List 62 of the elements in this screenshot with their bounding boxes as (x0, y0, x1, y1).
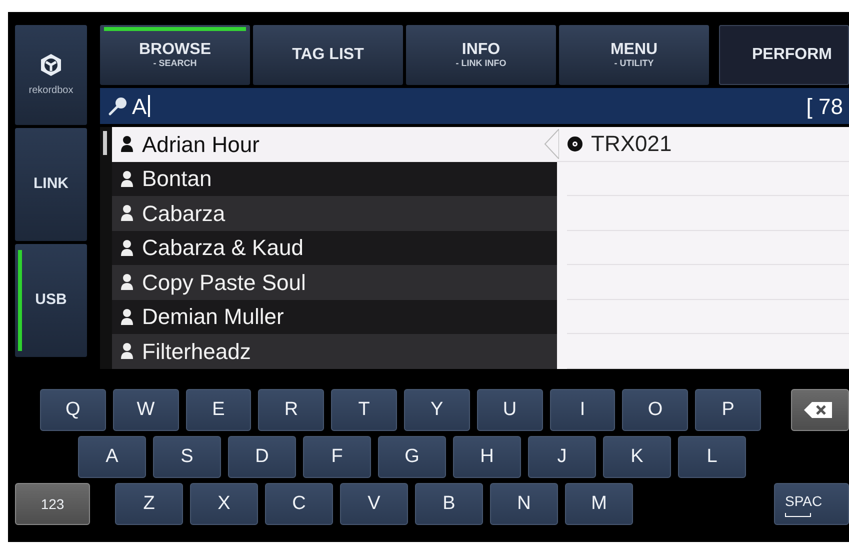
tab[interactable]: MENU - UTILITY (559, 25, 709, 85)
key[interactable]: D (228, 436, 296, 478)
artist-row[interactable]: Bontan (112, 162, 557, 196)
logo-icon (40, 52, 62, 76)
tab[interactable]: BROWSE - SEARCH (100, 25, 250, 85)
artist-row[interactable]: Filterheadz (112, 334, 557, 368)
backspace-icon (803, 401, 833, 419)
tab[interactable]: INFO - LINK INFO (406, 25, 556, 85)
key[interactable]: B (415, 483, 483, 525)
source-button[interactable]: USB (15, 244, 87, 357)
key[interactable]: H (453, 436, 521, 478)
key[interactable]: L (678, 436, 746, 478)
logo-label: rekordbox (28, 84, 74, 98)
key[interactable]: P (695, 389, 761, 431)
artist-row[interactable]: Demian Muller (112, 300, 557, 334)
key[interactable]: A (78, 436, 146, 478)
number-mode-key[interactable]: 123 (15, 483, 90, 525)
source-button[interactable]: LINK (15, 128, 87, 241)
person-icon (120, 273, 134, 292)
key[interactable]: Q (40, 389, 106, 431)
key[interactable]: J (528, 436, 596, 478)
rekordbox-logo-button[interactable]: rekordbox (15, 25, 87, 125)
person-icon (120, 238, 134, 257)
key[interactable]: T (331, 389, 397, 431)
person-icon (120, 170, 134, 188)
search-text: A (132, 92, 147, 120)
person-icon (120, 308, 134, 326)
key[interactable]: V (340, 483, 408, 525)
key[interactable]: N (490, 483, 558, 525)
artist-row[interactable]: Adrian Hour (112, 127, 557, 162)
key[interactable]: X (190, 483, 258, 525)
key[interactable]: F (303, 436, 371, 478)
key[interactable]: M (565, 483, 633, 525)
disc-icon (567, 136, 583, 152)
key[interactable]: R (258, 389, 324, 431)
tab[interactable]: TAG LIST (253, 25, 403, 85)
album-title[interactable]: TRX021 (591, 127, 672, 160)
tab[interactable]: PERFORM (719, 25, 849, 85)
key[interactable]: U (476, 389, 543, 431)
key[interactable]: E (186, 389, 252, 431)
backspace-key[interactable] (790, 389, 849, 431)
key[interactable]: I (550, 389, 616, 431)
key[interactable]: Y (404, 389, 470, 431)
text-cursor (148, 95, 150, 117)
key[interactable]: G (378, 436, 446, 478)
person-icon (120, 135, 134, 154)
key[interactable]: K (603, 436, 671, 478)
scrollbar-thumb[interactable] (103, 131, 107, 155)
key[interactable]: O (622, 389, 688, 431)
key[interactable]: C (265, 483, 333, 525)
artist-row[interactable]: Cabarza (112, 196, 557, 230)
search-field[interactable]: A [ 78 (100, 88, 849, 124)
key[interactable]: W (112, 389, 179, 431)
space-key[interactable]: SPAC (774, 483, 849, 525)
key[interactable]: S (153, 436, 221, 478)
result-count: [ 78 (806, 92, 843, 121)
person-icon (120, 204, 134, 222)
search-icon (108, 96, 128, 116)
artist-row[interactable]: Copy Paste Soul (112, 265, 557, 300)
artist-row[interactable]: Cabarza & Kaud (112, 230, 557, 265)
key[interactable]: Z (115, 483, 183, 525)
person-icon (120, 342, 134, 360)
